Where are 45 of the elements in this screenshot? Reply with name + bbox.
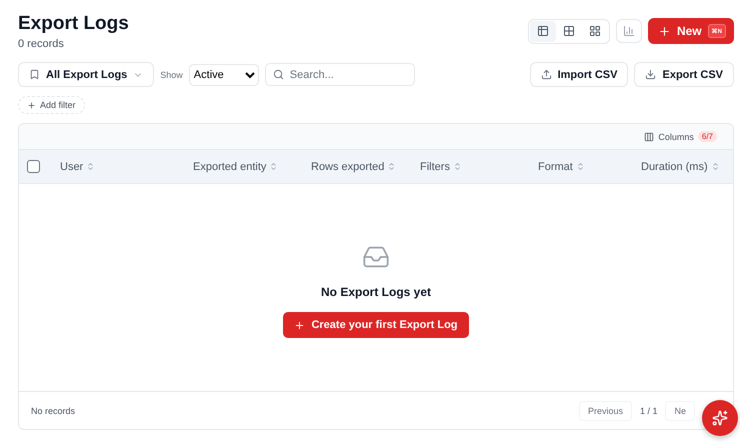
sparkles-icon <box>712 410 728 426</box>
column-header[interactable]: Exported entity <box>193 160 278 172</box>
download-icon <box>645 69 656 80</box>
show-label: Show <box>160 70 183 80</box>
grid-view-icon <box>562 25 575 37</box>
sort-icon <box>269 162 278 171</box>
view-toggle-button[interactable] <box>530 20 556 42</box>
column-count-badge: 6/7 <box>698 131 717 142</box>
column-header[interactable]: User <box>60 160 96 172</box>
bar-chart-icon <box>622 25 635 37</box>
plus-icon <box>658 24 671 38</box>
column-header[interactable]: Rows exported <box>311 160 396 172</box>
select-all-checkbox[interactable] <box>27 160 40 173</box>
footer-status: No records <box>31 406 76 416</box>
create-button[interactable]: Create your first Export Log <box>283 312 469 338</box>
upload-icon <box>540 69 552 80</box>
cards-view-icon <box>588 25 601 37</box>
column-header[interactable]: Duration (ms) <box>641 160 720 172</box>
columns-button[interactable]: Columns 6/7 <box>644 131 717 142</box>
search-field[interactable]: Search... <box>264 63 415 86</box>
sort-icon <box>86 162 96 171</box>
previous-button[interactable]: Previous <box>578 400 632 420</box>
status-select[interactable]: Active <box>188 64 259 86</box>
import-button[interactable]: Import CSV <box>530 62 628 87</box>
record-count: 0 records <box>18 38 65 50</box>
column-header[interactable]: Format <box>538 160 585 172</box>
page-indicator: 1 / 1 <box>640 406 658 416</box>
plus-icon <box>294 320 306 330</box>
export-button[interactable]: Export CSV <box>634 62 734 87</box>
columns-icon <box>644 132 654 142</box>
table-view-icon <box>536 25 549 37</box>
page-title: Export Logs <box>18 12 129 36</box>
add-filter-button[interactable]: Add filter <box>18 96 85 114</box>
sort-icon <box>710 162 720 171</box>
bookmark-icon <box>29 69 40 80</box>
column-header[interactable]: Filters <box>420 160 462 172</box>
sort-icon <box>452 162 462 171</box>
search-icon <box>272 69 284 80</box>
empty-state-title: No Export Logs yet <box>320 285 431 299</box>
plus-icon <box>27 100 36 110</box>
saved-view-dropdown[interactable]: All Export Logs <box>18 62 154 87</box>
next-button[interactable]: Ne <box>665 400 695 420</box>
sort-icon <box>387 162 396 171</box>
assistant-button[interactable] <box>702 400 738 436</box>
sort-icon <box>576 162 585 171</box>
